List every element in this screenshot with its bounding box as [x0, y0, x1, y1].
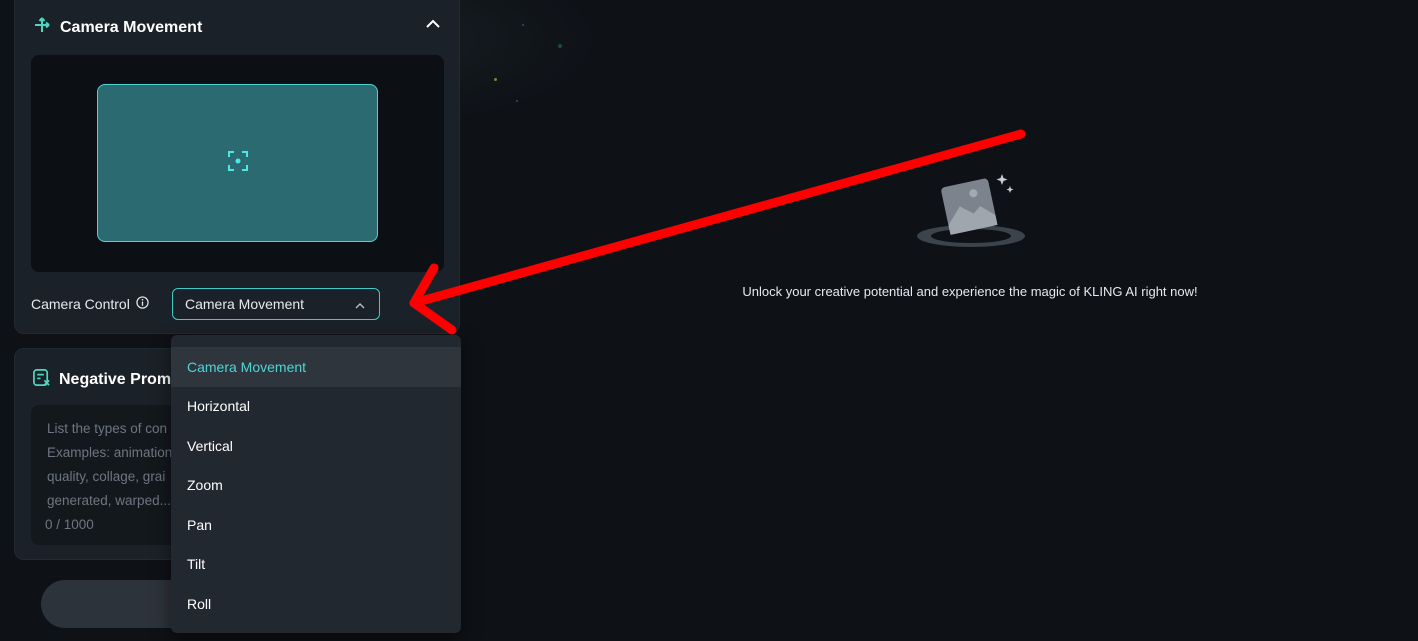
dropdown-option-vertical[interactable]: Vertical — [171, 426, 461, 466]
camera-preview — [31, 55, 444, 272]
camera-movement-header[interactable]: Camera Movement — [32, 15, 202, 40]
camera-move-icon — [32, 15, 52, 40]
background-star — [494, 78, 497, 81]
negative-prompt-title: Negative Promp — [59, 371, 181, 388]
dropdown-option-pan[interactable]: Pan — [171, 505, 461, 545]
camera-control-text: Camera Control — [31, 296, 130, 312]
camera-movement-title: Camera Movement — [60, 18, 203, 36]
camera-control-select[interactable]: Camera Movement — [172, 288, 380, 320]
dropdown-option-horizontal[interactable]: Horizontal — [171, 387, 461, 427]
focus-target-icon — [227, 150, 249, 177]
dropdown-option-roll[interactable]: Roll — [171, 584, 461, 624]
negative-prompt-header[interactable]: Negative Promp — [32, 368, 181, 392]
dropdown-option-zoom[interactable]: Zoom — [171, 466, 461, 506]
dropdown-option-tilt[interactable]: Tilt — [171, 545, 461, 585]
camera-control-selected-value: Camera Movement — [185, 296, 305, 312]
background-star — [516, 100, 518, 102]
chevron-up-icon — [355, 296, 365, 312]
info-icon[interactable] — [136, 296, 149, 312]
character-counter: 0 / 1000 — [45, 517, 94, 532]
empty-state-message: Unlock your creative potential and exper… — [742, 284, 1198, 299]
camera-movement-panel: Camera Movement Camera Control Camera Mo… — [14, 0, 460, 334]
camera-control-label: Camera Control — [31, 296, 149, 312]
background-star — [558, 44, 562, 48]
app-root: Camera Movement Camera Control Camera Mo… — [0, 0, 1418, 641]
dropdown-option-camera-movement[interactable]: Camera Movement — [171, 347, 461, 387]
chevron-up-icon — [426, 16, 440, 34]
image-portal-icon — [914, 168, 1028, 252]
camera-control-dropdown: Camera Movement Horizontal Vertical Zoom… — [171, 335, 461, 633]
camera-frame[interactable] — [97, 84, 378, 242]
background-star — [522, 24, 524, 26]
negative-prompt-icon — [32, 368, 51, 392]
collapse-button[interactable] — [423, 15, 443, 35]
